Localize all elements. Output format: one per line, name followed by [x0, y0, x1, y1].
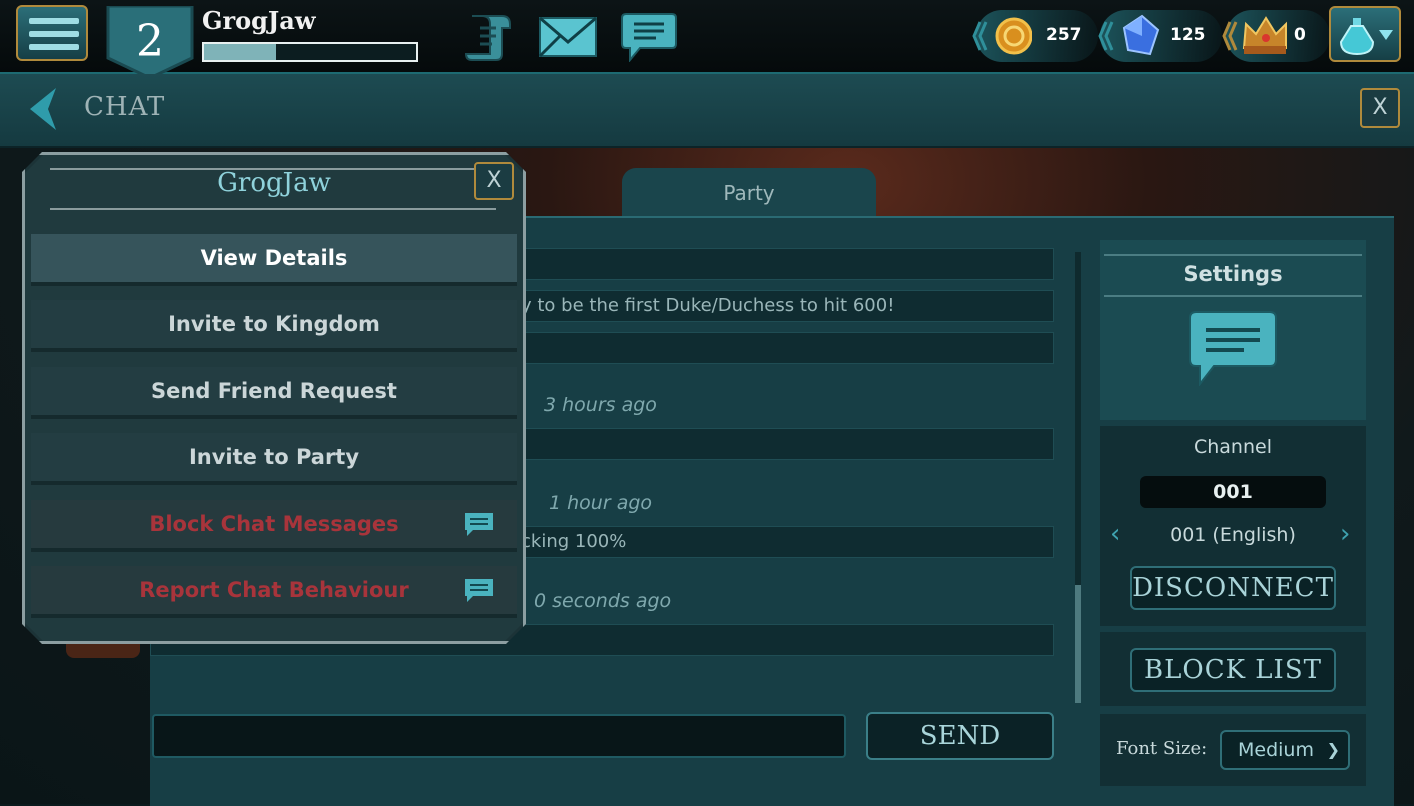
divider	[1104, 295, 1362, 297]
tab-party[interactable]: Party	[622, 168, 876, 218]
gold-value: 257	[1046, 25, 1082, 45]
scrollbar-thumb[interactable]	[1075, 585, 1081, 703]
send-friend-request-button[interactable]: Send Friend Request	[31, 367, 517, 419]
channel-number-field[interactable]: 001	[1140, 476, 1326, 508]
message-timestamp: 1 hour ago	[549, 492, 653, 514]
page-title: CHAT	[84, 92, 166, 122]
divider	[50, 208, 496, 210]
chat-bubble-icon	[465, 513, 493, 536]
font-size-value: Medium	[1238, 739, 1314, 761]
menu-bar	[29, 44, 79, 50]
menu-item-label: Invite to Kingdom	[168, 312, 380, 336]
gold-coin-icon	[972, 17, 1032, 55]
popup-title: GrogJaw	[217, 168, 331, 198]
level-badge: 2	[106, 6, 194, 78]
channel-next-arrow-icon[interactable]: ›	[1340, 519, 1350, 549]
menu-bar	[29, 18, 79, 24]
block-chat-messages-button[interactable]: Block Chat Messages	[31, 500, 517, 552]
chat-bubble-icon	[465, 579, 493, 602]
chat-settings-icon	[1189, 311, 1277, 386]
main-menu-button[interactable]	[16, 5, 88, 61]
crown-icon	[1222, 16, 1287, 54]
invite-to-kingdom-button[interactable]: Invite to Kingdom	[31, 300, 517, 352]
chat-message-input[interactable]	[152, 714, 846, 758]
chevron-down-icon	[1379, 30, 1393, 40]
potion-icon	[1339, 18, 1393, 56]
menu-item-label: Send Friend Request	[151, 379, 397, 403]
close-chat-button[interactable]: X	[1360, 88, 1400, 128]
quest-scroll-icon[interactable]	[462, 10, 514, 62]
channel-label: Channel	[1193, 436, 1272, 458]
back-arrow-icon[interactable]	[26, 86, 60, 132]
channel-prev-arrow-icon[interactable]: ‹	[1110, 519, 1120, 549]
xp-bar	[202, 42, 418, 62]
view-details-button[interactable]: View Details	[31, 234, 517, 286]
send-button[interactable]: SEND	[866, 712, 1054, 760]
message-timestamp: 3 hours ago	[544, 394, 657, 416]
potion-dropdown-button[interactable]	[1329, 6, 1401, 62]
close-popup-button[interactable]: X	[474, 162, 514, 200]
chat-icon[interactable]	[620, 10, 678, 62]
crown-value: 0	[1294, 25, 1306, 45]
player-name: GrogJaw	[202, 6, 316, 35]
xp-bar-fill	[204, 44, 277, 60]
menu-item-label: Block Chat Messages	[149, 512, 399, 536]
menu-item-label: Invite to Party	[188, 445, 360, 469]
channel-name: 001 (English)	[1170, 524, 1296, 546]
menu-bar	[29, 31, 79, 37]
level-number: 2	[136, 16, 164, 67]
font-size-select[interactable]: Medium ❯	[1220, 730, 1350, 770]
menu-item-label: Report Chat Behaviour	[139, 578, 409, 602]
chevron-down-icon: ❯	[1326, 740, 1340, 759]
message-timestamp: 0 seconds ago	[534, 590, 672, 612]
settings-title: Settings	[1183, 262, 1283, 286]
gem-icon	[1098, 14, 1160, 56]
menu-item-label: View Details	[200, 246, 348, 270]
block-list-button[interactable]: BLOCK LIST	[1130, 648, 1336, 692]
chat-header	[0, 74, 1414, 148]
mail-icon[interactable]	[538, 10, 598, 62]
report-chat-behaviour-button[interactable]: Report Chat Behaviour	[31, 566, 517, 618]
font-size-label: Font Size:	[1116, 738, 1208, 759]
gem-value: 125	[1170, 25, 1206, 45]
invite-to-party-button[interactable]: Invite to Party	[31, 433, 517, 485]
divider	[1104, 254, 1362, 256]
disconnect-button[interactable]: DISCONNECT	[1130, 566, 1336, 610]
